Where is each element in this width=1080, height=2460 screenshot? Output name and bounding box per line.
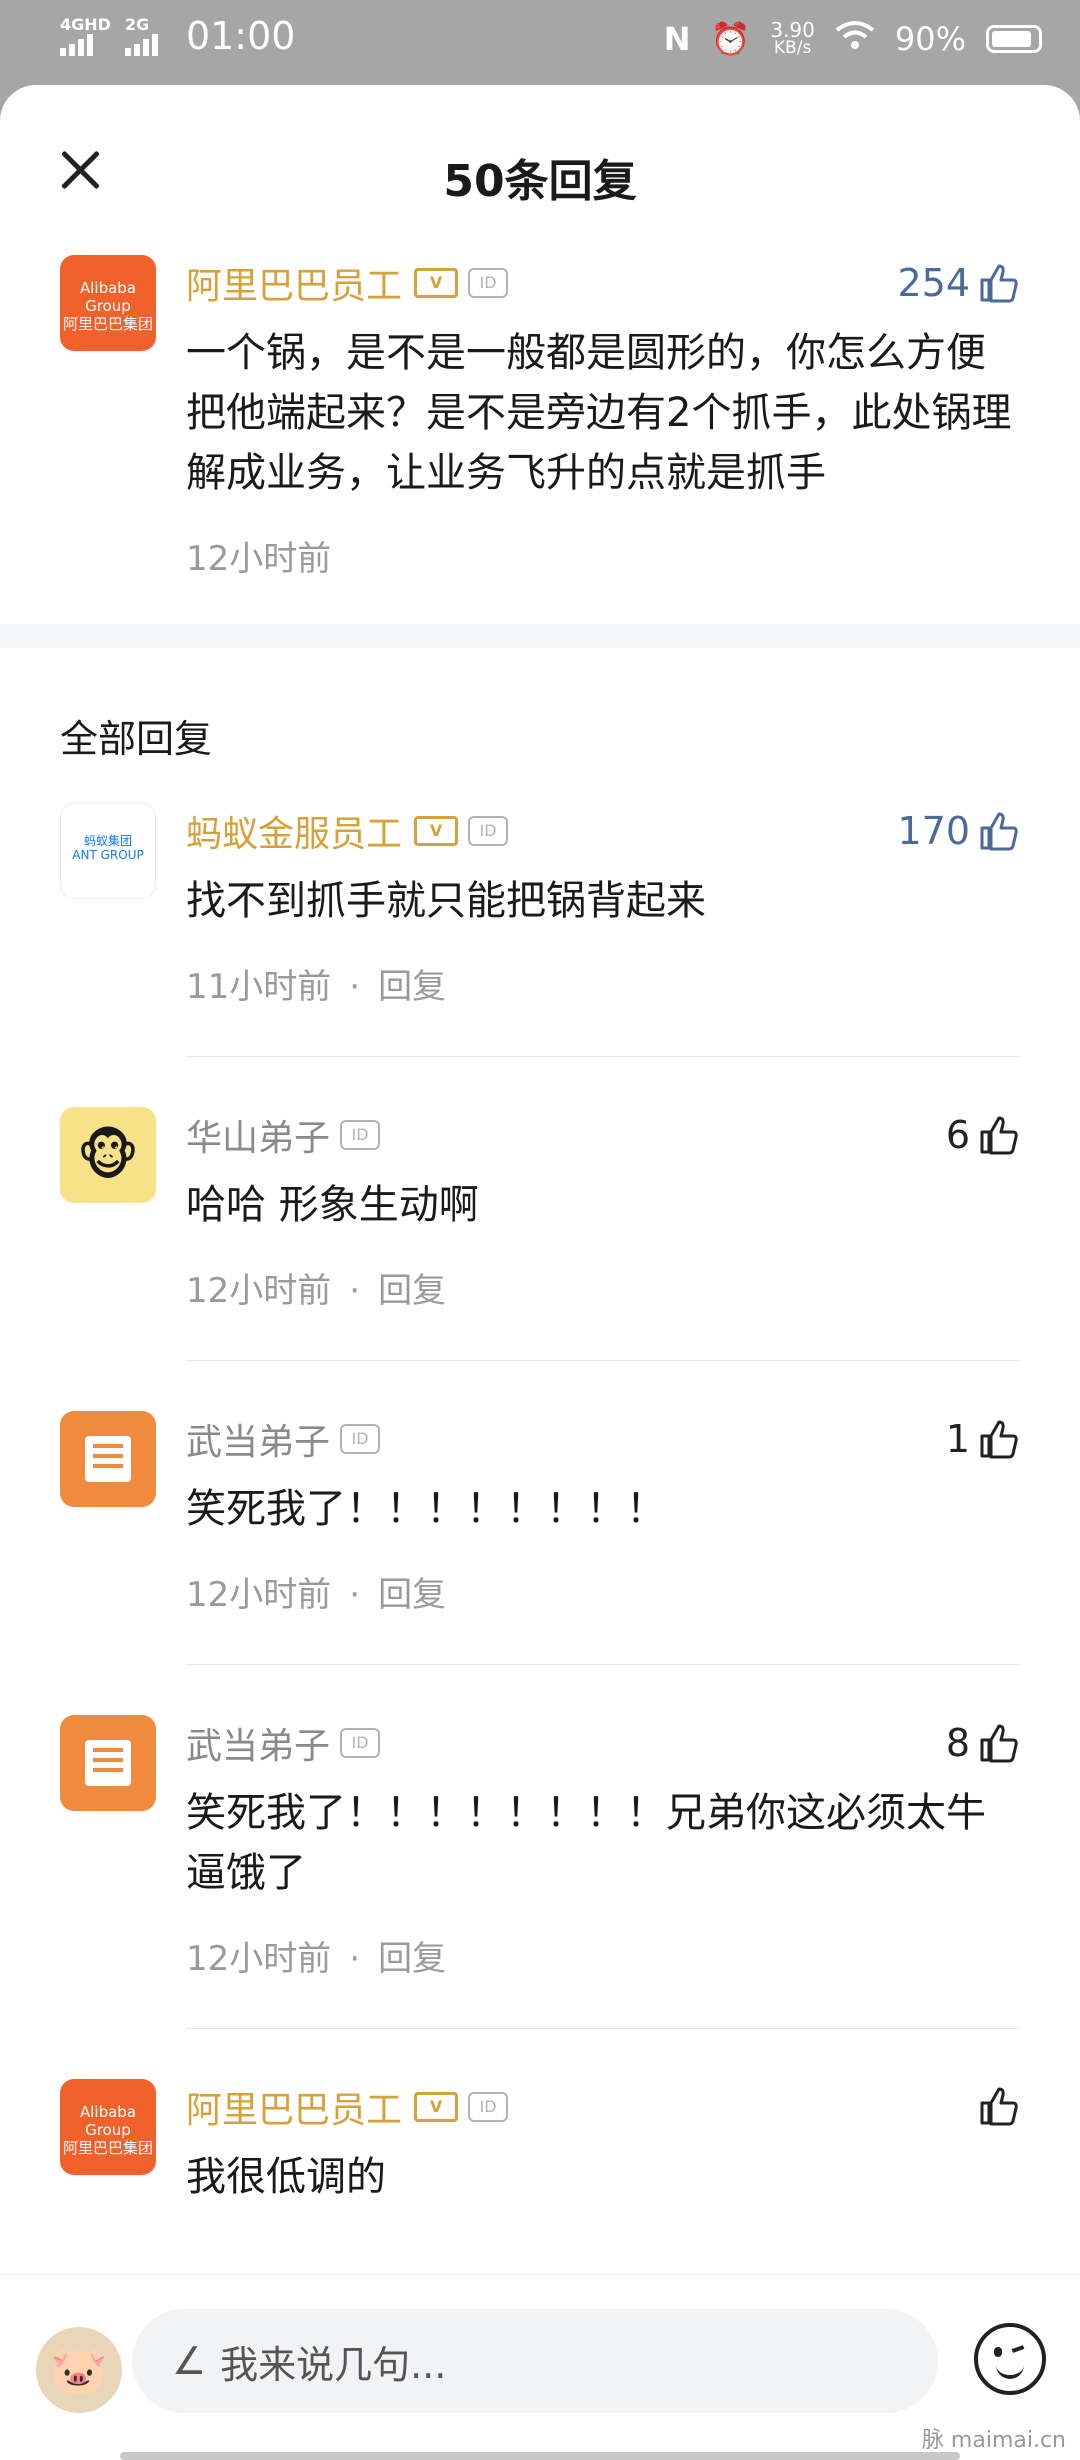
thumbs-up-icon: [980, 812, 1018, 851]
reply-item: 武当弟子 ID 8 笑死我了！！！！！！！！兄弟你这必须太牛逼饿了 12小时前 ·…: [0, 1715, 1080, 2028]
battery-icon: [986, 25, 1042, 53]
comment-composer-bar: 🐷 ∠ 我来说几句... 脉 maimai.cn: [0, 2274, 1080, 2460]
id-badge: ID: [340, 1120, 381, 1150]
author-name[interactable]: 阿里巴巴员工: [186, 257, 402, 309]
reply-item: Alibaba Group 阿里巴巴集团 阿里巴巴员工 V ID 我很低调的: [0, 2079, 1080, 2207]
avatar[interactable]: [60, 1411, 156, 1507]
network-speed: 3.90 KB/s: [770, 18, 815, 58]
comment-meta: 12小时前 · 回复: [186, 1939, 447, 1979]
comment-time: 12小时前: [186, 1575, 332, 1615]
comment-text: 笑死我了！！！！！！！！: [186, 1486, 666, 1532]
comment-sheet: 50条回复 Alibaba Group 阿里巴巴集团 阿里巴巴员工 V ID 2…: [0, 85, 1080, 2460]
comment-time: 11小时前: [186, 967, 332, 1007]
avatar[interactable]: Alibaba Group 阿里巴巴集团: [60, 2079, 156, 2175]
reply-item: 武当弟子 ID 1 笑死我了！！！！！！！！ 12小时前 · 回复: [0, 1411, 1080, 1664]
avatar[interactable]: [60, 1715, 156, 1811]
section-title: 全部回复: [60, 717, 213, 761]
alarm-icon: ⏰: [710, 20, 751, 58]
reply-link[interactable]: 回复: [378, 1575, 446, 1615]
verified-badge: V: [414, 268, 459, 298]
like-button[interactable]: 254: [897, 261, 1020, 305]
id-badge: ID: [468, 268, 509, 298]
news-icon: [85, 1436, 131, 1482]
author-name[interactable]: 武当弟子: [186, 1717, 330, 1769]
like-button[interactable]: 170: [897, 809, 1020, 853]
comment-time: 12小时前: [186, 1271, 332, 1311]
author-name[interactable]: 蚂蚁金服员工: [186, 805, 402, 857]
watermark: 脉 maimai.cn: [921, 2428, 1066, 2453]
battery-percent: 90%: [894, 20, 966, 58]
thumbs-up-icon: [980, 1724, 1018, 1763]
reply-link[interactable]: 回复: [378, 1271, 446, 1311]
page-title: 50条回复: [443, 156, 637, 207]
author-name[interactable]: 华山弟子: [186, 1109, 330, 1161]
thumbs-up-icon: [980, 1420, 1018, 1459]
emoji-icon[interactable]: [974, 2323, 1046, 2395]
id-badge: ID: [468, 816, 509, 846]
reply-item: 🐵 华山弟子 ID 6 哈哈 形象生动啊 12小时前 · 回复: [0, 1107, 1080, 1360]
id-badge: ID: [468, 2092, 509, 2122]
id-badge: ID: [340, 1424, 381, 1454]
comment-meta: 12小时前 · 回复: [186, 1575, 447, 1615]
comment-meta: 11小时前 · 回复: [186, 967, 447, 1007]
reply-link[interactable]: 回复: [378, 1939, 446, 1979]
comment-text: 找不到抓手就只能把锅背起来: [186, 878, 706, 924]
my-avatar[interactable]: 🐷: [36, 2327, 122, 2413]
reply-item: 蚂蚁集团 ANT GROUP 蚂蚁金服员工 V ID 170 找不到抓手就只能把…: [0, 803, 1080, 1056]
like-count: 8: [945, 1721, 970, 1765]
reply-link[interactable]: 回复: [378, 967, 446, 1007]
verified-badge: V: [414, 2092, 459, 2122]
like-count: 170: [897, 809, 970, 853]
network-4g: 4GHD: [60, 16, 111, 56]
comment-meta: 12小时前: [186, 531, 1020, 580]
news-icon: [85, 1740, 131, 1786]
section-separator: [0, 624, 1080, 648]
like-button[interactable]: 8: [946, 1721, 1020, 1765]
clock: 01:00: [185, 14, 296, 58]
nfc-icon: N: [663, 20, 691, 58]
pen-icon: ∠: [172, 2339, 207, 2383]
comment-input[interactable]: ∠ 我来说几句...: [132, 2309, 938, 2413]
thumbs-up-icon: [980, 1116, 1018, 1155]
id-badge: ID: [340, 1728, 381, 1758]
like-count: 6: [945, 1113, 970, 1157]
like-button[interactable]: [978, 2085, 1020, 2127]
comment-placeholder: 我来说几句...: [220, 2342, 447, 2387]
wifi-icon: [835, 20, 875, 58]
avatar[interactable]: 蚂蚁集团 ANT GROUP: [60, 803, 156, 899]
avatar[interactable]: 🐵: [60, 1107, 156, 1203]
comment-meta: 12小时前 · 回复: [186, 1271, 447, 1311]
comment-text: 一个锅，是不是一般都是圆形的，你怎么方便把他端起来？是不是旁边有2个抓手，此处锅…: [186, 330, 1012, 496]
home-indicator: [120, 2452, 960, 2460]
like-count: 1: [945, 1417, 970, 1461]
main-comment: Alibaba Group 阿里巴巴集团 阿里巴巴员工 V ID 254 一个锅…: [0, 255, 1080, 624]
like-button[interactable]: 6: [946, 1113, 1020, 1157]
comment-text: 我很低调的: [186, 2154, 386, 2200]
status-bar: 4GHD 2G 01:00 N ⏰ 3.90 KB/s 90%: [0, 0, 1080, 85]
like-count: 254: [897, 261, 970, 305]
comment-time: 12小时前: [186, 539, 332, 579]
sheet-header: 50条回复: [0, 85, 1080, 255]
network-2g: 2G: [124, 16, 158, 56]
thumbs-up-icon: [980, 264, 1018, 303]
author-name[interactable]: 阿里巴巴员工: [186, 2081, 402, 2133]
avatar[interactable]: Alibaba Group 阿里巴巴集团: [60, 255, 156, 351]
comment-time: 12小时前: [186, 1939, 332, 1979]
verified-badge: V: [414, 816, 459, 846]
like-button[interactable]: 1: [946, 1417, 1020, 1461]
comment-text: 哈哈 形象生动啊: [186, 1182, 479, 1228]
author-name[interactable]: 武当弟子: [186, 1413, 330, 1465]
comment-text: 笑死我了！！！！！！！！兄弟你这必须太牛逼饿了: [186, 1790, 986, 1896]
thumbs-up-icon: [980, 2087, 1018, 2126]
